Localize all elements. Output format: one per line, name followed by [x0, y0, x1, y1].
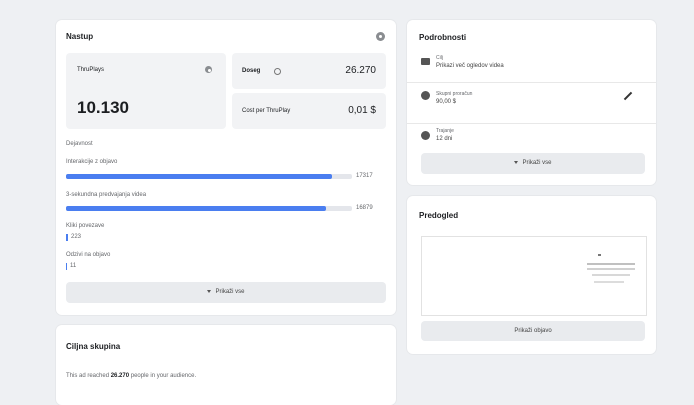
preview-title: Predogled: [419, 211, 459, 220]
show-post-button[interactable]: Prikaži objavo: [421, 321, 645, 341]
audience-text-suffix: people in your audience.: [130, 373, 197, 379]
reach-info-icon[interactable]: [274, 68, 281, 75]
performance-card: Nastup ThruPlays 10.130 Doseg 26.270 Cos…: [56, 20, 396, 315]
audience-text-prefix: This ad reached: [66, 373, 110, 379]
metric-value: 11: [70, 263, 77, 269]
metric-value: 16879: [356, 205, 373, 211]
cost-panel: Cost per ThruPlay 0,01 $: [232, 93, 386, 129]
metric-bar-fill: [66, 174, 332, 179]
details-card: Podrobnosti Cilj Prikazi več ogledov vid…: [407, 20, 656, 185]
preview-line: [594, 281, 624, 283]
show-all-label: Prikaži vse: [215, 289, 245, 295]
audience-title: Ciljna skupina: [66, 342, 121, 351]
details-title: Podrobnosti: [419, 33, 467, 42]
info-icon[interactable]: [376, 32, 385, 41]
preview-line: [592, 274, 630, 276]
performance-title: Nastup: [66, 32, 94, 41]
reach-panel: Doseg 26.270: [232, 53, 386, 89]
metric-label: Kliki povezave: [66, 223, 105, 229]
cost-value: 0,01 $: [348, 105, 376, 116]
metric-value: 223: [71, 234, 82, 240]
metric-bar: [66, 174, 352, 179]
show-all-button[interactable]: Prikaži vse: [66, 282, 386, 303]
detail-value: 12 dni: [436, 136, 453, 142]
preview-line: [587, 268, 635, 270]
audience-reach-value: 26.270: [110, 373, 130, 379]
detail-value: Prikazi več ogledov videa: [436, 63, 504, 69]
engagement-label: Dejavnost: [66, 141, 93, 147]
preview-line: [587, 263, 635, 265]
clock-icon: [421, 131, 430, 140]
settings-icon[interactable]: [205, 66, 212, 73]
detail-label: Trajanje: [436, 128, 454, 134]
video-icon: [421, 58, 430, 65]
details-show-all-button[interactable]: Prikaži vse: [421, 153, 645, 174]
preview-card: Predogled Prikaži objavo: [407, 196, 656, 354]
chevron-down-icon: [207, 289, 212, 293]
audience-card: Ciljna skupina This ad reached 26.270 pe…: [56, 325, 396, 405]
reach-value: 26.270: [345, 65, 376, 76]
detail-label: Skupni proračun: [436, 91, 473, 97]
metric-bar: [66, 206, 352, 211]
cost-label: Cost per ThruPlay: [242, 108, 291, 114]
thruplays-panel: ThruPlays 10.130: [66, 53, 226, 129]
metric-value: 17317: [356, 173, 373, 179]
details-show-all-label: Prikaži vse: [522, 160, 552, 166]
thruplays-label: ThruPlays: [77, 67, 105, 73]
metric-label: Interakcije z objavo: [66, 159, 118, 165]
detail-value: 90,00 $: [436, 99, 457, 105]
preview-line: [598, 254, 601, 256]
audience-text: This ad reached 26.270 people in your au…: [66, 373, 196, 379]
metric-bar-fill: [66, 206, 327, 211]
metric-label: Odzivi na objavo: [66, 252, 111, 258]
pencil-icon[interactable]: [623, 91, 633, 101]
metric-label: 3-sekundna predvajanja videa: [66, 192, 147, 198]
thruplays-value: 10.130: [77, 98, 129, 117]
reach-label: Doseg: [242, 68, 261, 74]
chevron-down-icon: [514, 160, 519, 164]
metric-bar-fill: [66, 263, 67, 270]
metric-bar-fill: [66, 234, 68, 241]
preview-thumbnail[interactable]: [421, 236, 647, 316]
detail-label: Cilj: [436, 55, 443, 61]
budget-icon: [421, 91, 430, 100]
detail-item-budget: Skupni proračun 90,00 $: [407, 82, 656, 124]
